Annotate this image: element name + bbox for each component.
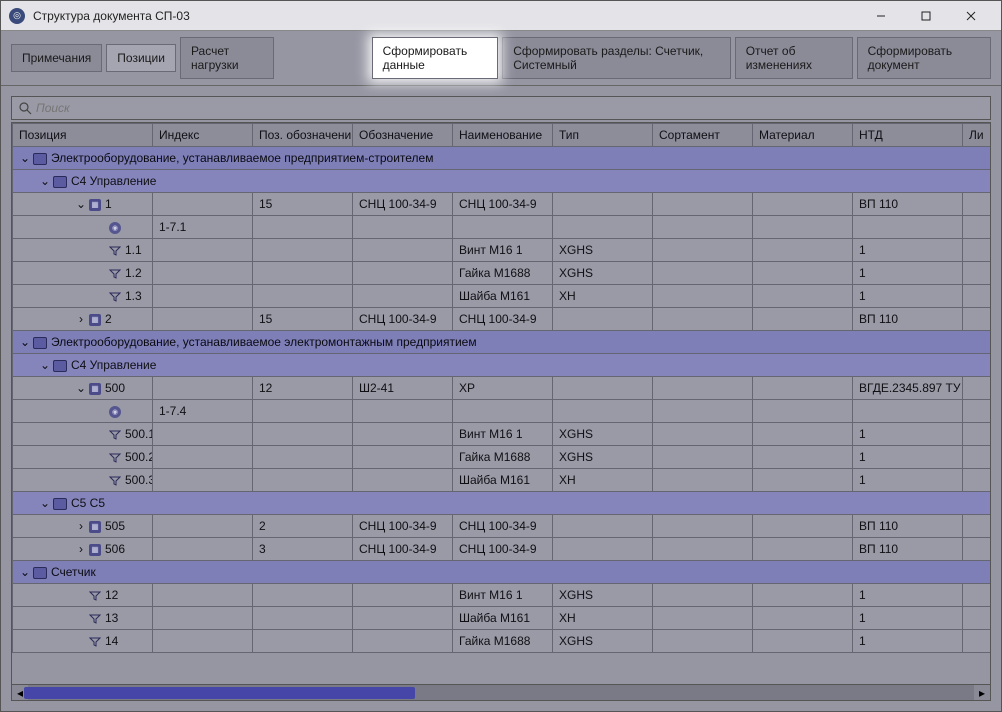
table-row[interactable]: ⌄▦50012Ш2-41XPВГДЕ.2345.897 ТУ xyxy=(13,377,991,400)
table-row[interactable]: ›▦5052СНЦ 100-34-9СНЦ 100-34-9ВП 110 xyxy=(13,515,991,538)
filter-icon xyxy=(109,453,121,463)
col-index[interactable]: Индекс xyxy=(153,124,253,147)
col-pos-designation[interactable]: Поз. обозначени xyxy=(253,124,353,147)
table-row[interactable]: ◉1-7.1 xyxy=(13,216,991,239)
item-icon: ▦ xyxy=(89,383,101,395)
table-row[interactable]: ⌄С5 С5 xyxy=(13,492,991,515)
item-icon: ▦ xyxy=(89,199,101,211)
col-material[interactable]: Материал xyxy=(753,124,853,147)
table-row[interactable]: ›▦215СНЦ 100-34-9СНЦ 100-34-9ВП 110 xyxy=(13,308,991,331)
positions-button[interactable]: Позиции xyxy=(106,44,176,72)
table-row[interactable]: 500.1Винт М16 1XGHS1 xyxy=(13,423,991,446)
folder-icon xyxy=(53,498,67,510)
table-row[interactable]: 1.1Винт М16 1XGHS1 xyxy=(13,239,991,262)
filter-icon xyxy=(109,246,121,256)
table-row[interactable]: ◉1-7.4 xyxy=(13,400,991,423)
window-title: Структура документа СП-03 xyxy=(33,9,858,23)
table-row[interactable]: ⌄С4 Управление xyxy=(13,354,991,377)
minimize-button[interactable] xyxy=(858,1,903,31)
filter-icon xyxy=(109,430,121,440)
item-icon: ▦ xyxy=(89,521,101,533)
folder-icon xyxy=(33,567,47,579)
table-row[interactable]: ⌄Счетчик xyxy=(13,561,991,584)
col-li[interactable]: Ли xyxy=(963,124,991,147)
filter-icon xyxy=(89,637,101,647)
table-row[interactable]: 12Винт М16 1XGHS1 xyxy=(13,584,991,607)
filter-icon xyxy=(89,614,101,624)
filter-icon xyxy=(109,292,121,302)
maximize-button[interactable] xyxy=(903,1,948,31)
change-report-button[interactable]: Отчет об изменениях xyxy=(735,37,853,79)
circle-icon: ◉ xyxy=(109,222,121,234)
notes-button[interactable]: Примечания xyxy=(11,44,102,72)
folder-icon xyxy=(53,176,67,188)
folder-icon xyxy=(53,360,67,372)
circle-icon: ◉ xyxy=(109,406,121,418)
load-calc-button[interactable]: Расчет нагрузки xyxy=(180,37,274,79)
col-ntd[interactable]: НТД xyxy=(853,124,963,147)
filter-icon xyxy=(109,476,121,486)
expander-icon[interactable]: ⌄ xyxy=(19,565,31,579)
expander-icon[interactable]: ⌄ xyxy=(39,496,51,510)
col-position[interactable]: Позиция xyxy=(13,124,153,147)
expander-icon[interactable]: ⌄ xyxy=(19,335,31,349)
expander-icon[interactable]: › xyxy=(75,519,87,533)
generate-doc-button[interactable]: Сформировать документ xyxy=(857,37,991,79)
expander-icon[interactable]: ⌄ xyxy=(75,381,87,395)
col-designation[interactable]: Обозначение xyxy=(353,124,453,147)
col-type[interactable]: Тип xyxy=(553,124,653,147)
horizontal-scrollbar[interactable]: ◂ ▸ xyxy=(12,684,990,700)
table-row[interactable]: ⌄Электрооборудование, устанавливаемое пр… xyxy=(13,147,991,170)
search-icon xyxy=(18,101,32,115)
table-row[interactable]: 500.3Шайба М161XH1 xyxy=(13,469,991,492)
item-icon: ▦ xyxy=(89,544,101,556)
table-row[interactable]: ⌄С4 Управление xyxy=(13,170,991,193)
table-row[interactable]: 500.2Гайка М1688XGHS1 xyxy=(13,446,991,469)
generate-data-button[interactable]: Сформировать данные xyxy=(372,37,499,79)
table-row[interactable]: ›▦5063СНЦ 100-34-9СНЦ 100-34-9ВП 110 xyxy=(13,538,991,561)
titlebar: ◎ Структура документа СП-03 xyxy=(1,1,1001,31)
table-row[interactable]: 13Шайба М161XH1 xyxy=(13,607,991,630)
tree-grid: Позиция Индекс Поз. обозначени Обозначен… xyxy=(11,122,991,701)
generate-sections-button[interactable]: Сформировать разделы: Счетчик, Системный xyxy=(502,37,731,79)
expander-icon[interactable]: › xyxy=(75,312,87,326)
app-icon: ◎ xyxy=(9,8,25,24)
expander-icon[interactable]: ⌄ xyxy=(75,197,87,211)
scroll-right-button[interactable]: ▸ xyxy=(974,685,990,701)
search-bar xyxy=(11,96,991,120)
search-input[interactable] xyxy=(36,101,984,115)
table-row[interactable]: 1.3Шайба М161XH1 xyxy=(13,285,991,308)
table-row[interactable]: 14Гайка М1688XGHS1 xyxy=(13,630,991,653)
expander-icon[interactable]: ⌄ xyxy=(39,358,51,372)
content-area: Позиция Индекс Поз. обозначени Обозначен… xyxy=(1,86,1001,711)
scroll-thumb[interactable] xyxy=(24,687,415,699)
expander-icon[interactable]: ⌄ xyxy=(39,174,51,188)
table-row[interactable]: ⌄Электрооборудование, устанавливаемое эл… xyxy=(13,331,991,354)
folder-icon xyxy=(33,337,47,349)
folder-icon xyxy=(33,153,47,165)
table-row[interactable]: 1.2Гайка М1688XGHS1 xyxy=(13,262,991,285)
toolbar: Примечания Позиции Расчет нагрузки Сформ… xyxy=(1,31,1001,86)
filter-icon xyxy=(89,591,101,601)
expander-icon[interactable]: › xyxy=(75,542,87,556)
app-window: ◎ Структура документа СП-03 Примечания П… xyxy=(0,0,1002,712)
header-row: Позиция Индекс Поз. обозначени Обозначен… xyxy=(13,124,991,147)
col-assortment[interactable]: Сортамент xyxy=(653,124,753,147)
item-icon: ▦ xyxy=(89,314,101,326)
col-name[interactable]: Наименование xyxy=(453,124,553,147)
filter-icon xyxy=(109,269,121,279)
expander-icon[interactable]: ⌄ xyxy=(19,151,31,165)
close-button[interactable] xyxy=(948,1,993,31)
table-row[interactable]: ⌄▦115СНЦ 100-34-9СНЦ 100-34-9ВП 110 xyxy=(13,193,991,216)
data-table: Позиция Индекс Поз. обозначени Обозначен… xyxy=(12,123,990,653)
